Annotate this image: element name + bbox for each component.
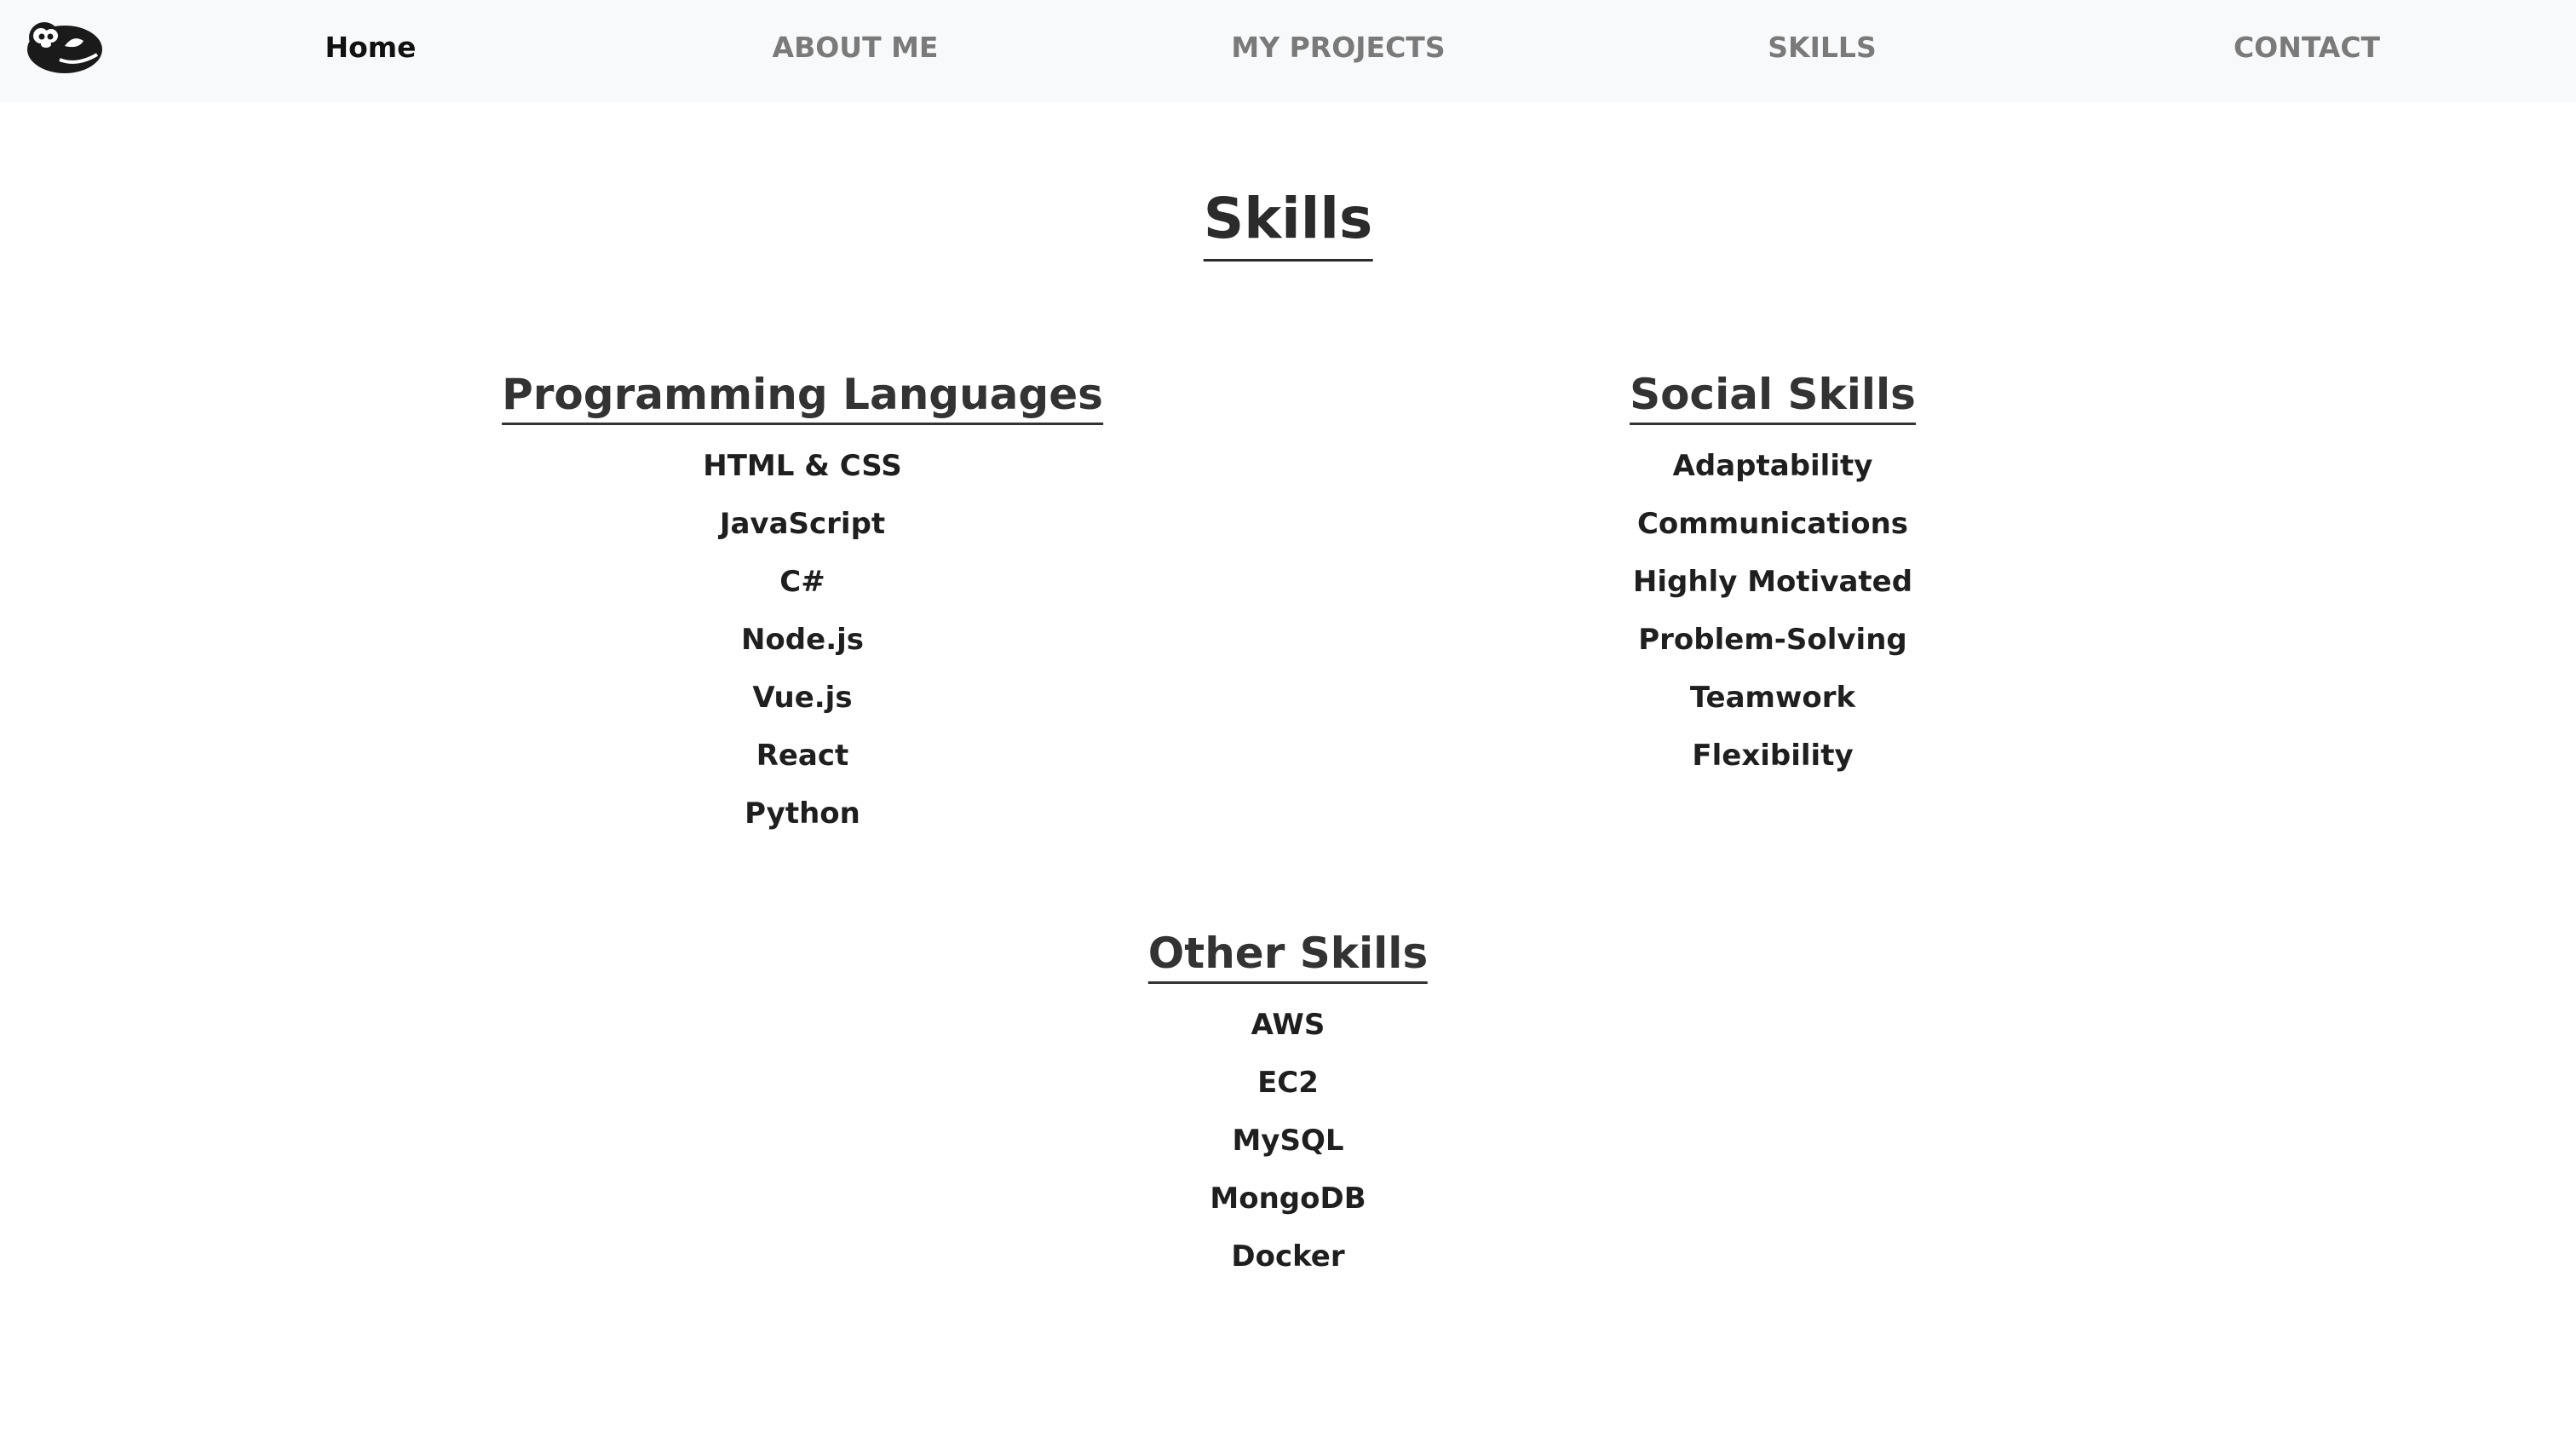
skill-item: Highly Motivated [1632, 565, 1913, 599]
skill-item: Docker [1231, 1239, 1345, 1274]
page-title-text: Skills [1203, 186, 1373, 251]
skill-item: React [756, 739, 849, 773]
skill-list: HTML & CSS JavaScript C# Node.js Vue.js … [502, 437, 1103, 843]
nav-skills[interactable]: SKILLS [1768, 0, 1876, 95]
nav-about-me[interactable]: ABOUT ME [773, 0, 939, 95]
other-skills-section: Other Skills AWS EC2 MySQL MongoDB Docke… [1147, 925, 1429, 1285]
skill-list: Adaptability Communications Highly Motiv… [1630, 437, 1916, 785]
skill-item: AWS [1251, 1008, 1325, 1042]
skill-item: JavaScript [719, 507, 886, 541]
nav-home[interactable]: Home [325, 0, 416, 95]
skill-item: Communications [1636, 507, 1909, 541]
title-underline [1203, 259, 1373, 262]
skill-item: Problem-Solving [1638, 623, 1907, 657]
nav-my-projects[interactable]: MY PROJECTS [1231, 0, 1445, 95]
section-title: Other Skills [1147, 925, 1429, 984]
nav-contact[interactable]: CONTACT [2234, 0, 2380, 95]
skill-item: Node.js [740, 623, 865, 657]
skill-item: EC2 [1257, 1066, 1319, 1100]
skill-item: MongoDB [1210, 1182, 1366, 1216]
programming-languages-section: Programming Languages HTML & CSS JavaScr… [502, 366, 1103, 843]
social-skills-section: Social Skills Adaptability Communication… [1630, 366, 1916, 785]
skill-item: MySQL [1232, 1124, 1344, 1158]
skill-list: AWS EC2 MySQL MongoDB Docker [1148, 996, 1428, 1285]
skill-item: Teamwork [1689, 681, 1856, 715]
section-title: Programming Languages [502, 366, 1103, 425]
skill-item: Vue.js [752, 681, 853, 715]
section-title: Social Skills [1630, 366, 1916, 425]
otter-logo-icon[interactable] [26, 17, 104, 73]
page-title: Skills [1203, 181, 1373, 262]
skill-item: Python [745, 797, 860, 831]
skill-item: Flexibility [1692, 739, 1854, 773]
skill-item: C# [779, 565, 825, 599]
navbar: Home ABOUT ME MY PROJECTS SKILLS CONTACT [0, 0, 2576, 102]
skill-item: Adaptability [1672, 449, 1873, 483]
skill-item: HTML & CSS [703, 449, 902, 483]
